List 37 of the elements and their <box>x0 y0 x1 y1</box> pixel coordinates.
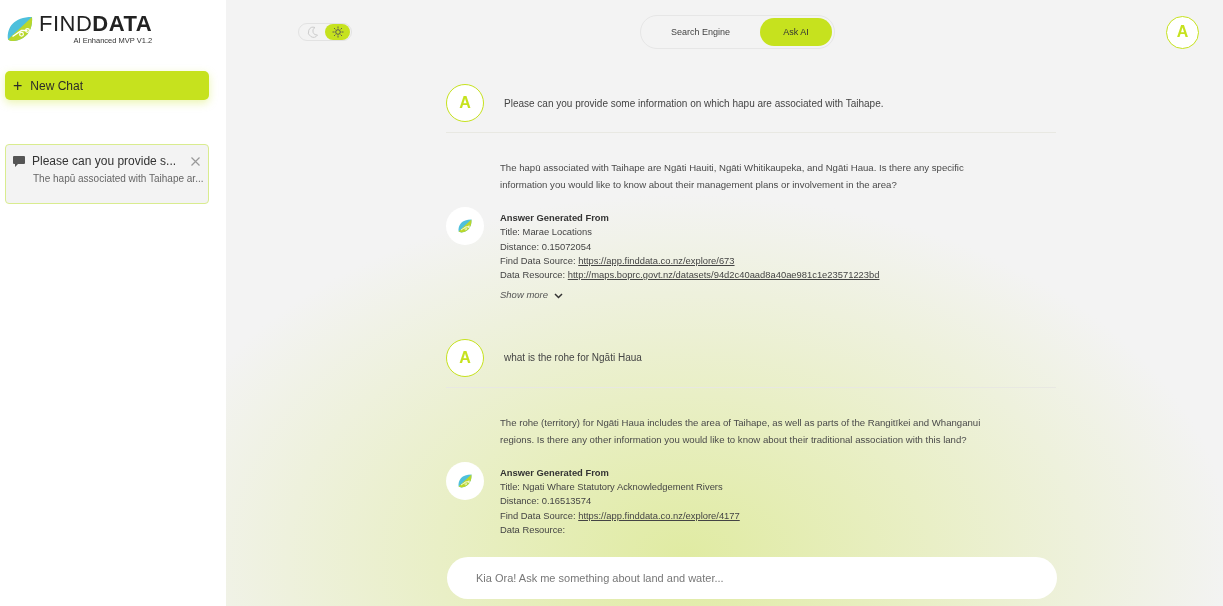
source-line: Distance: 0.16513574 <box>500 494 593 509</box>
new-chat-button[interactable]: + New Chat <box>5 71 209 100</box>
sun-icon <box>331 26 344 38</box>
source-line: Data Resource: http://maps.boprc.govt.nz/datasets/94d2c40aad8a40ae981c1e23571223bd <box>500 268 880 283</box>
user-message: Please can you provide some information on which hapu are associated with Taihape. <box>504 97 884 109</box>
source-link[interactable]: https://app.finddata.co.nz/explore/673 <box>578 254 735 266</box>
source-heading: Answer Generated From <box>500 465 610 480</box>
chat-input[interactable]: Kia Ora! Ask me something about land and water... <box>447 557 1057 599</box>
user-avatar: A <box>446 84 484 122</box>
ai-answer: The rohe (territory) for Ngāti Haua includes the area of Taihape, as well as parts of the Rangitīkei and Whanganui regions. Is there any other information you would like to know about their traditional association with this land? <box>500 415 982 447</box>
source-line: Distance: 0.15072054 <box>500 239 593 254</box>
user-message: what is the rohe for Ngāti Haua <box>504 352 642 364</box>
mode-tab[interactable]: Ask AI <box>760 18 833 46</box>
brand-name: FINDDATA <box>39 13 153 35</box>
mode-tab[interactable]: Search Engine <box>661 18 741 46</box>
chevron-down-icon <box>554 292 564 299</box>
source-line: Title: Ngati Whare Statutory Acknowledgement Rivers <box>500 480 724 495</box>
chat-bubble-icon <box>13 155 25 167</box>
chat-title: Please can you provide s... <box>32 154 178 168</box>
chat-history-item[interactable]: Please can you provide s... The hapū associated with Taihape ar... <box>5 144 209 204</box>
source-line: Find Data Source: https://app.finddata.co.nz/explore/673 <box>500 253 736 268</box>
logo-icon <box>5 14 35 44</box>
theme-toggle[interactable] <box>298 23 352 41</box>
close-icon[interactable] <box>191 156 200 166</box>
leaf-logo-icon <box>457 472 473 489</box>
source-heading: Answer Generated From <box>500 211 610 225</box>
moon-icon <box>306 26 319 38</box>
ai-answer: The hapū associated with Taihape are Ngāti Hauiti, Ngāti Whitikaupeka, and Ngāti Haua. Is there any specific information you would like to know about their management plans or involvement in the area? <box>500 161 965 192</box>
show-more-button[interactable]: Show more <box>500 288 564 303</box>
toggle-knob[interactable] <box>325 24 350 40</box>
source-line: Find Data Source: https://app.finddata.co.nz/explore/4177 <box>500 508 740 523</box>
source-line: Data Resource: <box>500 522 567 537</box>
source-line: Title: Marae Locations <box>500 225 593 240</box>
source-link[interactable]: http://maps.boprc.govt.nz/datasets/94d2c40aad8a40ae981c1e23571223bd <box>567 269 880 281</box>
leaf-logo-icon <box>457 218 473 234</box>
source-link[interactable]: https://app.finddata.co.nz/explore/4177 <box>578 509 740 521</box>
user-avatar: A <box>446 338 484 377</box>
